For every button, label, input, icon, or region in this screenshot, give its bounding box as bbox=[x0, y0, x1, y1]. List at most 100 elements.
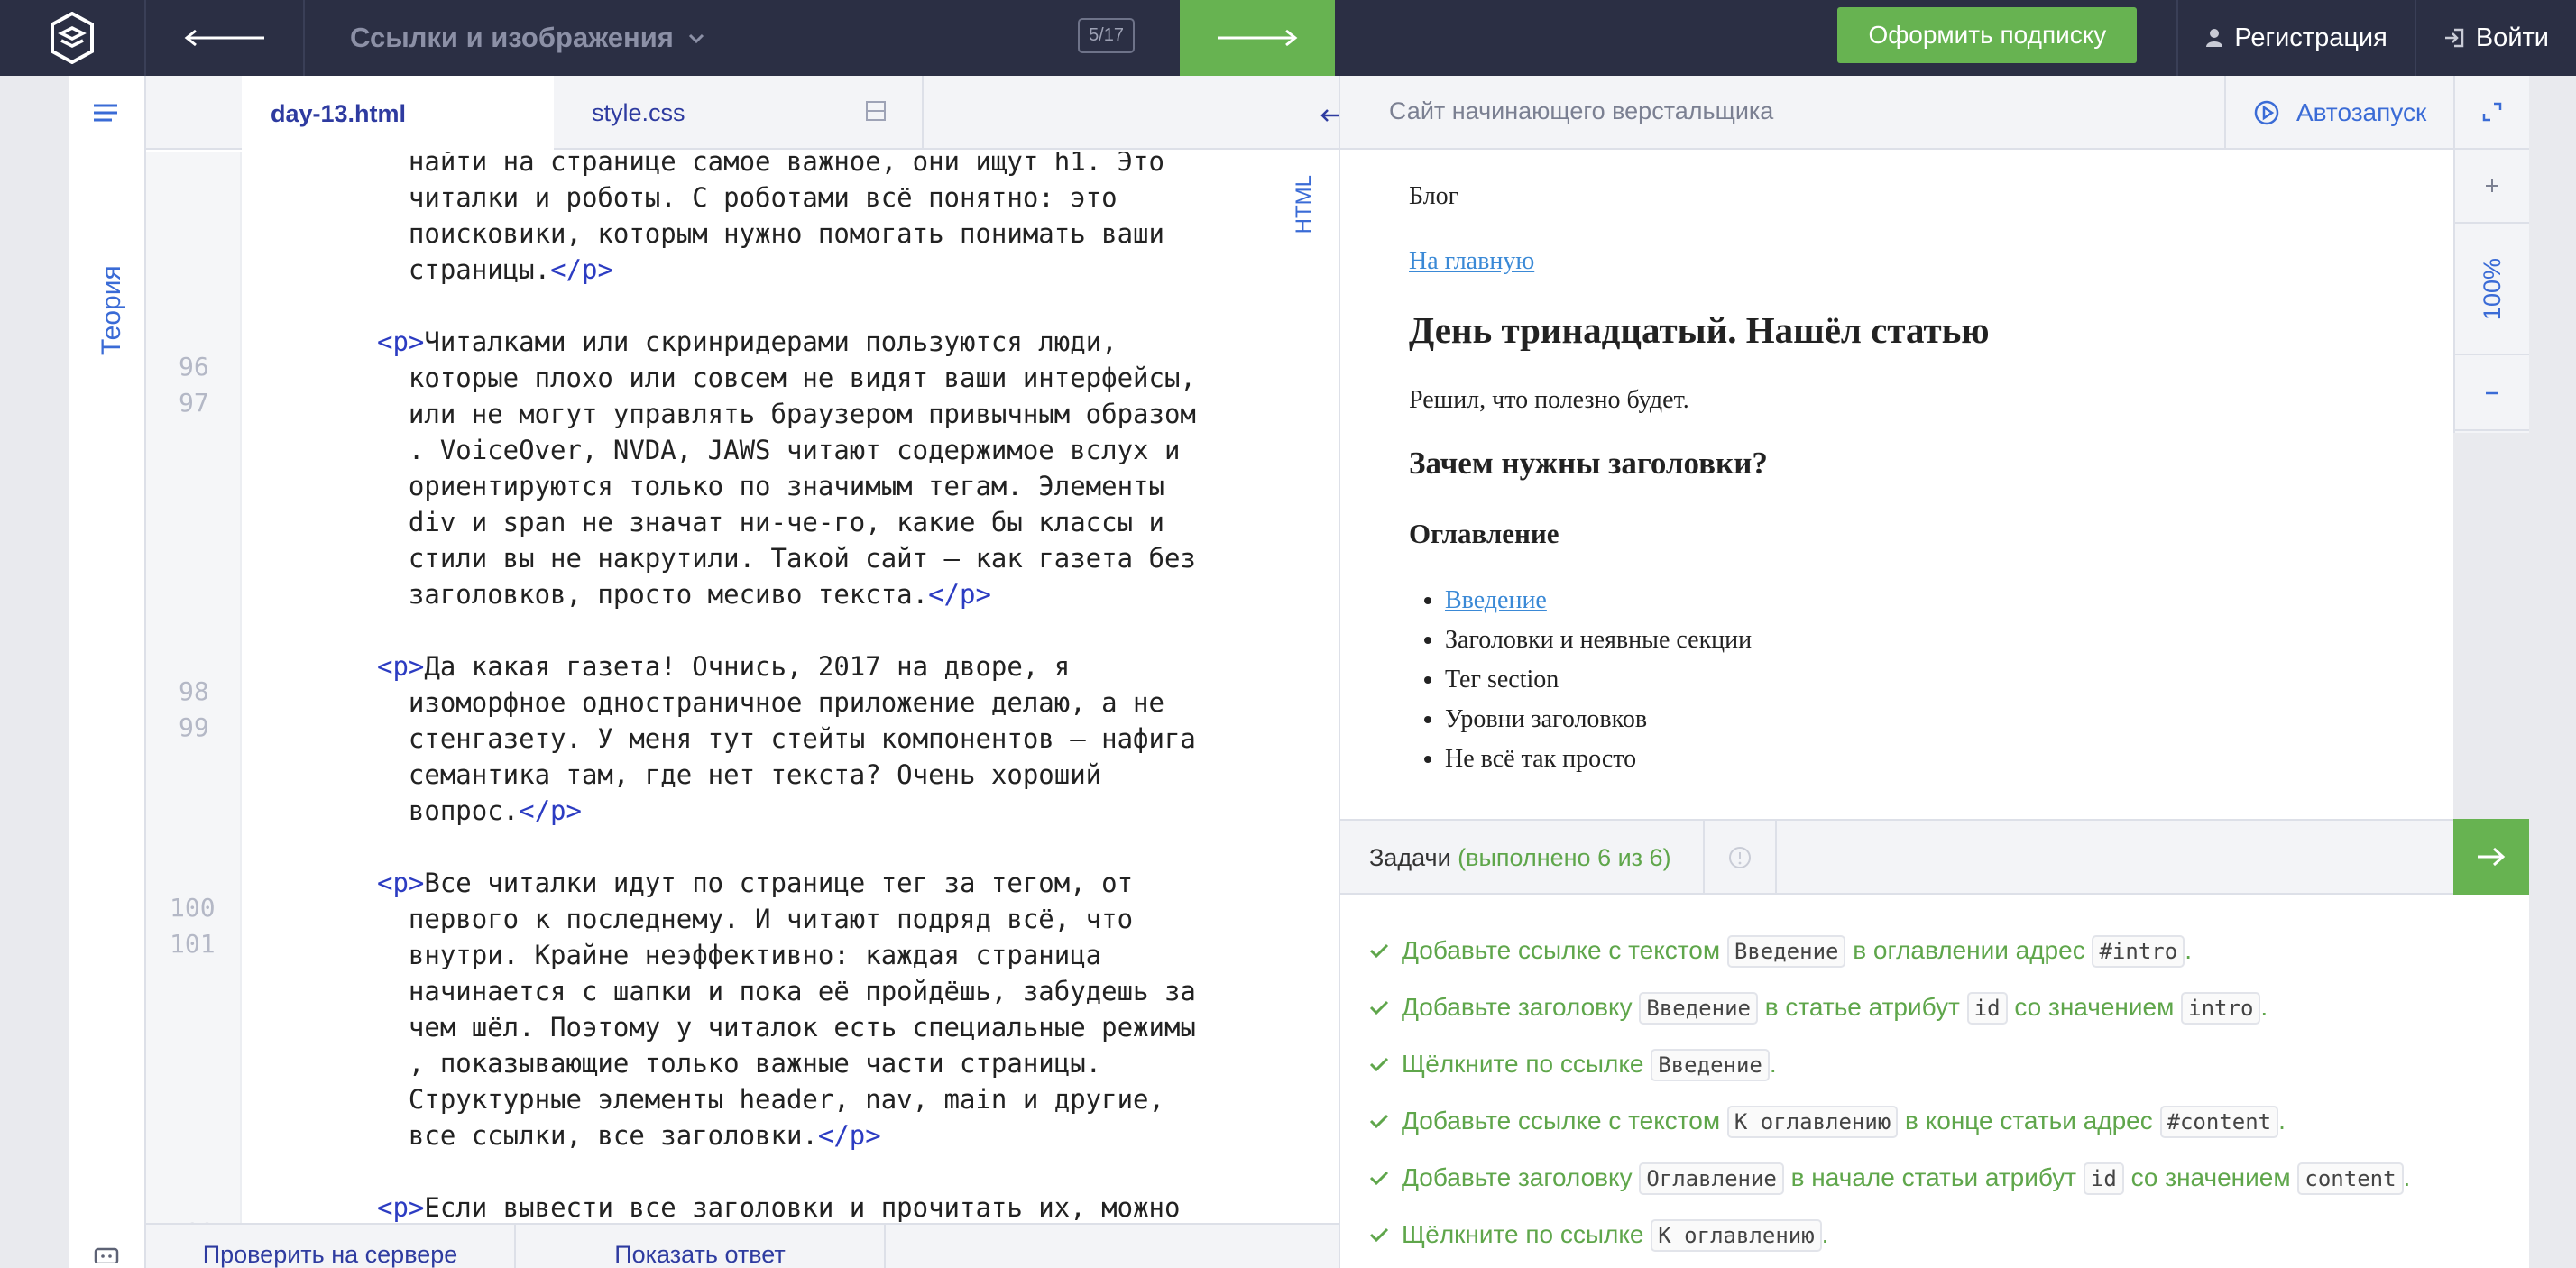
next-step-button[interactable] bbox=[1180, 0, 1335, 76]
expand-button[interactable] bbox=[2453, 76, 2529, 150]
step-counter: 5/17 bbox=[1078, 18, 1135, 53]
code-line: ориентируются только по значимым тегам. … bbox=[377, 471, 1164, 501]
code-text: Да какая газета! Очнись, 2017 на дворе, … bbox=[424, 651, 1071, 682]
code-line: семантика там, где нет текста? Очень хор… bbox=[377, 759, 1101, 790]
feedback-icon bbox=[94, 1247, 119, 1265]
list-item: Уровни заголовков bbox=[1445, 705, 1752, 745]
code-tag: </p> bbox=[550, 254, 613, 285]
code-line: <p>Все читалки идут по странице тег за т… bbox=[377, 868, 1133, 898]
code-text: все ссылки, все заголовки. bbox=[377, 1120, 818, 1151]
code-text: первого к последнему. И читают подряд вс… bbox=[377, 904, 1134, 934]
task-text-part: . bbox=[2185, 936, 2192, 964]
code-text: начинается с шапки и пока её пройдёшь, з… bbox=[377, 976, 1196, 1006]
theory-toggle[interactable]: Теория bbox=[94, 256, 130, 364]
code-text: поисковики, которым нужно помогать поним… bbox=[377, 218, 1164, 249]
code-tag: </p> bbox=[928, 579, 991, 610]
minus-icon bbox=[2486, 391, 2498, 395]
split-icon[interactable] bbox=[866, 101, 886, 121]
menu-button[interactable] bbox=[94, 103, 117, 127]
task-text: Добавьте ссылке с текстом Введение в огл… bbox=[1402, 935, 2192, 968]
autorun-icon bbox=[2254, 100, 2279, 125]
task-text: Щёлкните по ссылке Введение. bbox=[1402, 1049, 1777, 1081]
code-line: <p>Да какая газета! Очнись, 2017 на двор… bbox=[377, 651, 1070, 682]
back-button[interactable] bbox=[146, 0, 305, 76]
task-text-part: Щёлкните по ссылке bbox=[1402, 1220, 1651, 1248]
zoom-in-button[interactable] bbox=[2455, 150, 2529, 224]
task-code: id bbox=[2083, 1162, 2124, 1195]
code-tag: <p> bbox=[377, 651, 425, 682]
expand-icon bbox=[2482, 102, 2502, 122]
code-line: или не могут управлять браузером привычн… bbox=[377, 399, 1196, 429]
code-text: страницы. bbox=[377, 254, 551, 285]
subscribe-button[interactable]: Оформить подписку bbox=[1837, 7, 2138, 63]
check-icon bbox=[1369, 1057, 1393, 1071]
code-line: чем шёл. Поэтому у читалок есть специаль… bbox=[377, 1012, 1196, 1043]
code-line: все ссылки, все заголовки.</p> bbox=[377, 1120, 881, 1151]
task-text: Щёлкните по ссылке К оглавлению. bbox=[1402, 1219, 1828, 1252]
code-text: div и span не значат ни-че-го, какие бы … bbox=[377, 507, 1164, 538]
check-icon bbox=[1369, 1171, 1393, 1185]
check-server-button[interactable]: Проверить на сервере bbox=[146, 1225, 516, 1268]
editor-actions: Проверить на сервере Показать ответ bbox=[146, 1223, 1339, 1268]
line-number: 101 bbox=[170, 929, 216, 959]
code-line: найти на странице самое важное, они ищут… bbox=[377, 152, 1164, 177]
logo[interactable] bbox=[0, 0, 146, 76]
code-line: первого к последнему. И читают подряд вс… bbox=[377, 904, 1133, 934]
back-arrow-icon bbox=[184, 29, 264, 47]
task-text-part: в конце статьи адрес bbox=[1898, 1107, 2160, 1135]
tasks-next-button[interactable] bbox=[2453, 819, 2529, 895]
feedback-button[interactable] bbox=[94, 1245, 119, 1268]
html-mode-label: HTML bbox=[1292, 175, 1316, 234]
code-text: стенгазету. У меня тут стейты компоненто… bbox=[377, 723, 1196, 754]
preview-h2: Зачем нужны заголовки? bbox=[1409, 446, 1768, 481]
tasks-header: Задачи (выполнено 6 из 6) bbox=[1339, 819, 2453, 895]
task-text-part: в начале статьи атрибут bbox=[1783, 1163, 2084, 1191]
task-item: Щёлкните по ссылке К оглавлению. bbox=[1369, 1219, 1828, 1252]
task-code: Введение bbox=[1651, 1049, 1770, 1081]
tab-css-label: style.css bbox=[592, 98, 685, 126]
task-item: Добавьте ссылке с текстом Введение в огл… bbox=[1369, 935, 2192, 968]
check-icon bbox=[1369, 1227, 1393, 1242]
code-line: читалки и роботы. С роботами всё понятно… bbox=[377, 182, 1118, 213]
code-text: найти на странице самое важное, они ищут… bbox=[377, 152, 1164, 177]
register-label: Регистрация bbox=[2234, 23, 2387, 52]
code-text: Все читалки идут по странице тег за тего… bbox=[424, 868, 1134, 898]
task-text: Добавьте заголовку Введение в статье атр… bbox=[1402, 992, 2268, 1025]
tab-css[interactable]: style.css bbox=[554, 76, 924, 150]
task-text-part: в статье атрибут bbox=[1757, 993, 1967, 1021]
code-tag: <p> bbox=[377, 326, 425, 357]
code-text: Читалками или скринридерами пользуются л… bbox=[424, 326, 1118, 357]
lesson-title-dropdown[interactable]: Ссылки и изображения 5/17 bbox=[305, 0, 1180, 76]
line-number-gutter: 96 97 98 99 100 101 102 103 bbox=[146, 152, 242, 1268]
code-text: стили вы не накрутили. Такой сайт — как … bbox=[377, 543, 1196, 574]
login-button[interactable]: Войти bbox=[2414, 0, 2576, 76]
list-item[interactable]: Введение bbox=[1445, 586, 1752, 626]
tasks-list: Добавьте ссылке с текстом Введение в огл… bbox=[1339, 895, 2529, 1268]
task-code: intro bbox=[2181, 992, 2261, 1025]
task-text-part: Щёлкните по ссылке bbox=[1402, 1050, 1651, 1078]
top-spacer bbox=[1335, 0, 1837, 76]
code-text: . VoiceOver, NVDA, JAWS читают содержимо… bbox=[377, 435, 1181, 465]
code-line: стили вы не накрутили. Такой сайт — как … bbox=[377, 543, 1196, 574]
tasks-info-button[interactable] bbox=[1703, 821, 1777, 895]
tab-html[interactable]: day-13.html bbox=[242, 76, 554, 152]
tasks-label: Задачи bbox=[1369, 844, 1451, 871]
code-area[interactable]: найти на странице самое важное, они ищут… bbox=[242, 152, 1339, 1268]
code-text: заголовков, просто месиво текста. bbox=[377, 579, 929, 610]
code-text: чем шёл. Поэтому у читалок есть специаль… bbox=[377, 1012, 1196, 1043]
plus-icon bbox=[2486, 179, 2498, 192]
task-text: Добавьте заголовку Оглавление в начале с… bbox=[1402, 1162, 2410, 1195]
code-line: div и span не значат ни-че-го, какие бы … bbox=[377, 507, 1164, 538]
code-line: . VoiceOver, NVDA, JAWS читают содержимо… bbox=[377, 435, 1181, 465]
show-answer-button[interactable]: Показать ответ bbox=[516, 1225, 886, 1268]
task-text-part: Добавьте ссылке с текстом bbox=[1402, 936, 1727, 964]
register-button[interactable]: Регистрация bbox=[2176, 0, 2415, 76]
zoom-out-button[interactable] bbox=[2455, 357, 2529, 431]
toc-link-intro[interactable]: Введение bbox=[1445, 586, 1547, 614]
code-text: , показывающие только важные части стран… bbox=[377, 1048, 1102, 1079]
preview-home-link[interactable]: На главную bbox=[1409, 247, 1534, 276]
autorun-button[interactable]: Автозапуск bbox=[2224, 76, 2466, 150]
task-item: Добавьте заголовку Оглавление в начале с… bbox=[1369, 1162, 2410, 1195]
preview-toc-title: Оглавление bbox=[1409, 518, 1559, 549]
code-text: изоморфное одностраничное приложение дел… bbox=[377, 687, 1164, 718]
